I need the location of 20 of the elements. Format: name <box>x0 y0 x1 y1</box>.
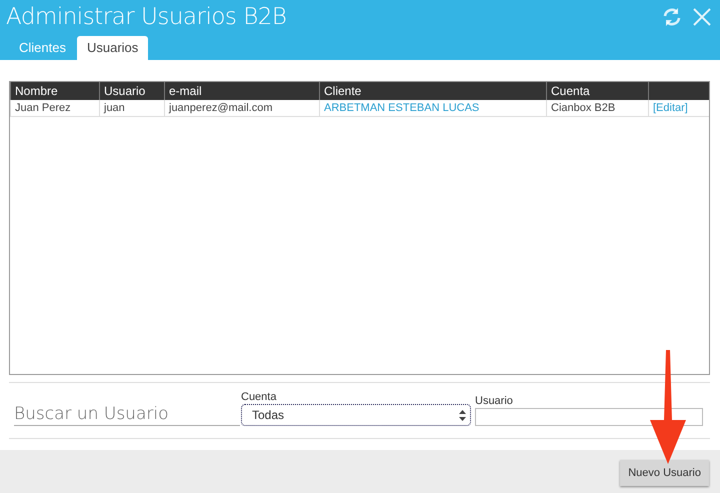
user-input-field[interactable] <box>475 408 703 426</box>
column-header: Usuario <box>100 82 164 100</box>
account-dropdown[interactable]: Todas <box>241 404 471 426</box>
table-cell: juanperez@mail.com <box>164 100 320 116</box>
field-label: Usuario <box>475 395 514 407</box>
window-title: Administrar Usuarios B2B <box>6 4 286 30</box>
field-label: Cuenta <box>241 391 278 403</box>
new-user-button[interactable]: Nuevo Usuario <box>620 460 709 486</box>
search-heading: Buscar un Usuario <box>14 404 240 426</box>
refresh-icon[interactable] <box>661 6 683 28</box>
close-icon[interactable] <box>692 7 712 27</box>
column-header: Nombre <box>10 82 100 100</box>
table-cell: Cianbox B2B <box>546 100 648 116</box>
column-header: Cuenta <box>546 82 648 100</box>
spinner-arrows-icon <box>459 410 466 420</box>
column-header: e-mail <box>164 82 320 100</box>
column-header: Cliente <box>320 82 546 100</box>
tab[interactable]: Usuarios <box>76 36 148 60</box>
table-cell: Juan Perez <box>10 100 100 116</box>
table-cell: juan <box>100 100 164 116</box>
